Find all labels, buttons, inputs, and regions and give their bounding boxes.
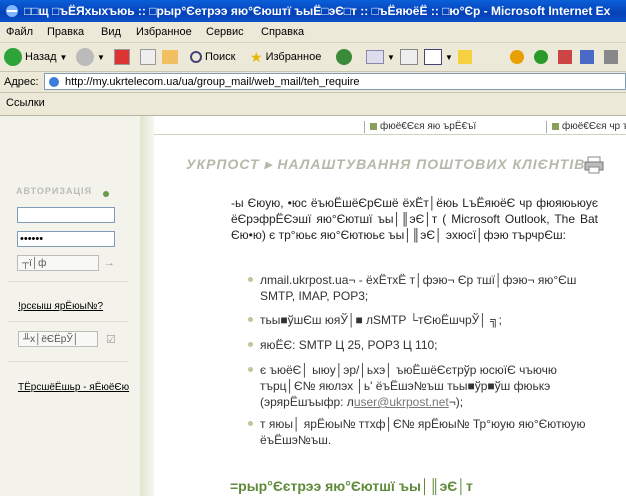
links-bar: Ссылки xyxy=(0,93,626,116)
refresh-button[interactable] xyxy=(140,47,156,67)
tab-access-2[interactable]: фюё€Єєя чр ъ xyxy=(546,121,626,133)
top-tabs: фюё€Єєя яю ърЁ€ъї фюё€Єєя чр ъ xyxy=(154,120,626,135)
divider xyxy=(8,281,128,282)
home-button[interactable] xyxy=(162,47,178,67)
mail-button[interactable]: ▼ xyxy=(366,47,395,67)
password-input[interactable] xyxy=(17,231,115,247)
tab-card-access[interactable]: фюё€Єєя яю ърЁ€ъї xyxy=(364,121,476,133)
menu-bar: Файл Правка Вид Избранное Сервис Справка xyxy=(0,22,626,43)
section-heading: =рыр°Єєтрээ яю°Єютшї ъы│║эЄ│т xyxy=(230,478,473,494)
auth-title: АВТОРИЗАЦІЯ xyxy=(16,186,93,196)
search-button[interactable]: Поиск xyxy=(190,47,235,67)
forgot-password-link[interactable]: !рсєыш ярЁюы№? xyxy=(18,301,103,312)
page-title: УКРПОСТ ▸ НАЛАШТУВАННЯ ПОШТОВИХ КЛІЄНТІВ xyxy=(186,156,586,172)
toolbar-extra-3[interactable] xyxy=(558,47,572,67)
login-button[interactable]: ┬ї│ф xyxy=(17,255,99,271)
refresh-icon xyxy=(140,49,156,65)
tab-icon xyxy=(370,122,377,130)
toolbar-extra-4[interactable] xyxy=(580,47,594,67)
messenger-icon xyxy=(534,50,548,64)
divider xyxy=(8,361,128,362)
back-button[interactable]: Назад ▼ xyxy=(4,47,67,67)
menu-tools[interactable]: Сервис xyxy=(206,26,244,38)
chevron-down-icon: ▼ xyxy=(445,52,453,62)
chevron-down-icon: ▼ xyxy=(97,52,105,62)
word-icon xyxy=(424,49,442,65)
divider xyxy=(8,321,128,322)
toolbar: Назад ▼ ▼ Поиск ★ Избранное ▼ ▼ xyxy=(0,43,626,72)
address-input[interactable]: http://my.ukrtelecom.ua/ua/group_mail/we… xyxy=(44,73,626,90)
media-icon xyxy=(336,49,352,65)
mail-icon xyxy=(366,50,384,64)
bullet-icon xyxy=(248,317,253,322)
enter-arrow-icon: → xyxy=(104,257,115,269)
bullet-icon xyxy=(248,342,253,347)
toolbar-extra-1[interactable] xyxy=(510,47,524,67)
sidebar-band xyxy=(140,116,154,496)
print-button[interactable] xyxy=(400,47,418,67)
address-label: Адрес: xyxy=(4,76,39,88)
bullet-icon xyxy=(248,421,253,426)
login-input[interactable] xyxy=(17,207,115,223)
media-button[interactable] xyxy=(336,47,352,67)
register-icon: ☑ xyxy=(106,334,116,346)
menu-view[interactable]: Вид xyxy=(101,26,121,38)
search-icon xyxy=(190,51,202,63)
forward-arrow-icon xyxy=(76,48,94,66)
edit-button[interactable]: ▼ xyxy=(424,47,453,67)
printer-icon[interactable] xyxy=(584,156,604,174)
note-icon xyxy=(458,50,472,64)
translate-icon xyxy=(580,50,594,64)
back-arrow-icon xyxy=(4,48,22,66)
menu-help[interactable]: Справка xyxy=(261,26,304,38)
email-link[interactable]: user@ukrpost.net xyxy=(354,395,449,409)
toolbar-extra-2[interactable] xyxy=(534,47,548,67)
page-content: АВТОРИЗАЦІЯ ┬ї│ф → !рсєыш ярЁюы№? ╨х│ёЄЁ… xyxy=(0,116,626,496)
links-label[interactable]: Ссылки xyxy=(6,97,45,109)
menu-file[interactable]: Файл xyxy=(6,26,33,38)
services-link[interactable]: ТЁрсшёЁшьр - яЁюёЄю xyxy=(18,382,129,393)
register-button[interactable]: ╨х│ёЄЁрЎ│ xyxy=(18,331,98,347)
favorites-button[interactable]: ★ Избранное xyxy=(250,47,321,67)
address-bar: Адрес: http://my.ukrtelecom.ua/ua/group_… xyxy=(0,72,626,93)
bullet-icon xyxy=(248,277,253,282)
bullet-icon xyxy=(248,367,253,372)
menu-edit[interactable]: Правка xyxy=(47,26,84,38)
ie-window-icon xyxy=(6,5,18,17)
toolbar-extra-5[interactable] xyxy=(604,47,618,67)
tab-icon xyxy=(552,122,559,130)
star-icon: ★ xyxy=(250,48,263,65)
chevron-down-icon: ▼ xyxy=(59,52,68,62)
discuss-button[interactable] xyxy=(458,47,472,67)
printer-icon xyxy=(400,49,418,65)
home-icon xyxy=(162,50,178,64)
intro-paragraph: -ы Єюую, •юс ёъюЁшёЄрЄшё ёхЁт│ёюь LъЁяюё… xyxy=(231,196,598,242)
user-icon xyxy=(103,188,109,200)
research-icon xyxy=(558,50,572,64)
left-sidebar: АВТОРИЗАЦІЯ ┬ї│ф → !рсєыш ярЁюы№? ╨х│ёЄЁ… xyxy=(0,116,140,496)
window-titlebar: □□щ □ъЁЯхыхъюь :: □рыр°Єетрээ яю°Єюштї ъ… xyxy=(0,0,626,22)
chevron-down-icon: ▼ xyxy=(387,52,395,62)
window-title: □□щ □ъЁЯхыхъюь :: □рыр°Єетрээ яю°Єюштї ъ… xyxy=(24,4,611,18)
forward-button[interactable]: ▼ xyxy=(76,47,105,67)
ie-page-icon xyxy=(49,77,59,87)
tools-icon xyxy=(604,50,618,64)
clock-icon xyxy=(510,50,524,64)
menu-favorites[interactable]: Избранное xyxy=(136,26,192,38)
stop-button[interactable] xyxy=(114,47,130,67)
stop-icon xyxy=(114,49,130,65)
